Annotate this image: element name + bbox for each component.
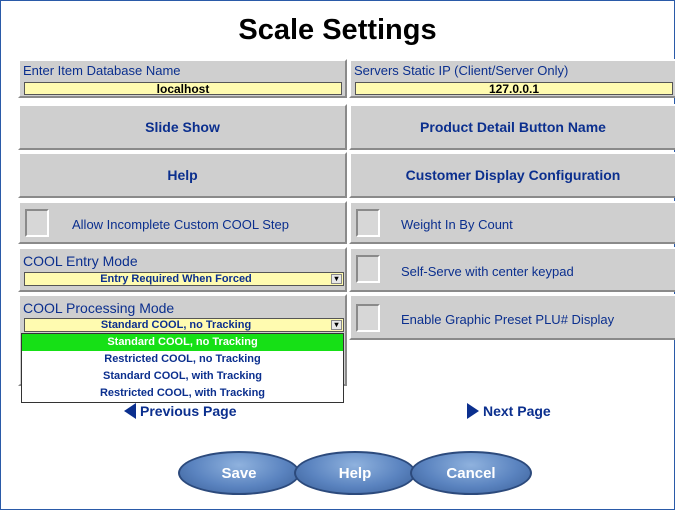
cool-processing-options: Standard COOL, no Tracking Restricted CO… — [21, 333, 344, 403]
weight-in-by-count-checkbox[interactable] — [356, 209, 380, 237]
cool-entry-panel: COOL Entry Mode Entry Required When Forc… — [18, 247, 347, 292]
self-serve-checkbox[interactable] — [356, 255, 380, 283]
server-ip-input[interactable]: 127.0.0.1 — [355, 82, 673, 95]
previous-page-button[interactable]: Previous Page — [124, 403, 237, 419]
allow-incomplete-cool-row: Allow Incomplete Custom COOL Step — [18, 201, 347, 244]
cool-entry-select[interactable]: Entry Required When Forced ▾ — [24, 272, 344, 286]
arrow-left-icon — [124, 403, 136, 419]
cool-processing-select[interactable]: Standard COOL, no Tracking ▾ — [24, 318, 344, 332]
arrow-right-icon — [467, 403, 479, 419]
graphic-preset-label: Enable Graphic Preset PLU# Display — [401, 312, 615, 327]
item-database-panel: Enter Item Database Name localhost — [18, 59, 347, 98]
save-button[interactable]: Save — [178, 451, 300, 495]
dropdown-arrow-icon[interactable]: ▾ — [331, 320, 342, 330]
dropdown-arrow-icon[interactable]: ▾ — [331, 274, 342, 284]
next-page-button[interactable]: Next Page — [467, 403, 551, 419]
weight-in-by-count-row: Weight In By Count — [349, 201, 675, 244]
customer-display-button[interactable]: Customer Display Configuration — [349, 152, 675, 198]
cool-entry-value: Entry Required When Forced — [100, 273, 252, 285]
graphic-preset-checkbox[interactable] — [356, 304, 380, 332]
help-settings-button[interactable]: Help — [18, 152, 347, 198]
self-serve-row: Self-Serve with center keypad — [349, 247, 675, 292]
next-page-label: Next Page — [483, 403, 551, 419]
slide-show-button[interactable]: Slide Show — [18, 104, 347, 150]
cool-processing-value: Standard COOL, no Tracking — [100, 319, 252, 331]
allow-incomplete-cool-checkbox[interactable] — [25, 209, 49, 237]
allow-incomplete-cool-label: Allow Incomplete Custom COOL Step — [72, 217, 289, 232]
option-item[interactable]: Restricted COOL, with Tracking — [22, 385, 343, 402]
item-database-input[interactable]: localhost — [24, 82, 342, 95]
option-item[interactable]: Standard COOL, with Tracking — [22, 368, 343, 385]
previous-page-label: Previous Page — [140, 403, 237, 419]
weight-in-by-count-label: Weight In By Count — [401, 217, 513, 232]
help-button[interactable]: Help — [294, 451, 416, 495]
server-ip-panel: Servers Static IP (Client/Server Only) 1… — [349, 59, 675, 98]
graphic-preset-row: Enable Graphic Preset PLU# Display — [349, 294, 675, 340]
product-detail-button[interactable]: Product Detail Button Name — [349, 104, 675, 150]
option-item[interactable]: Standard COOL, no Tracking — [22, 334, 343, 351]
server-ip-label: Servers Static IP (Client/Server Only) — [354, 63, 569, 78]
page-title: Scale Settings — [238, 14, 437, 46]
cool-processing-label: COOL Processing Mode — [23, 300, 175, 316]
cancel-button[interactable]: Cancel — [410, 451, 532, 495]
option-item[interactable]: Restricted COOL, no Tracking — [22, 351, 343, 368]
self-serve-label: Self-Serve with center keypad — [401, 264, 574, 279]
cool-entry-label: COOL Entry Mode — [23, 253, 138, 269]
item-database-label: Enter Item Database Name — [23, 63, 181, 78]
